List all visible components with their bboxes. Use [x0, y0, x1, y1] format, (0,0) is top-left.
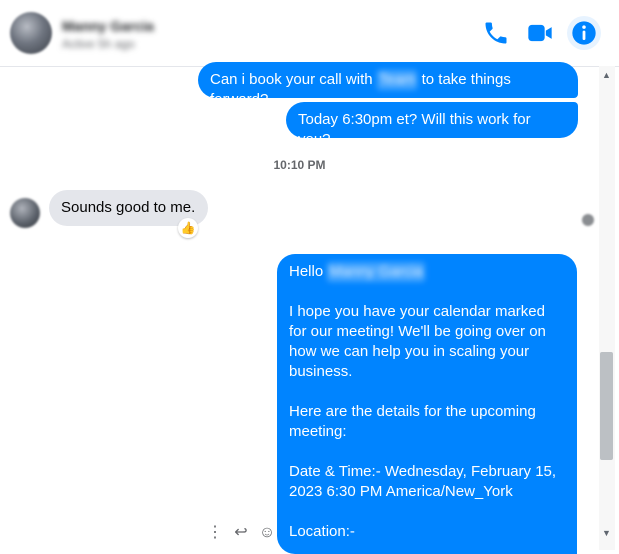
message-text: Hello	[289, 263, 328, 280]
message-actions: ⋮ ↩ ☺	[205, 522, 277, 544]
scroll-down-arrow-icon[interactable]: ▼	[602, 528, 611, 538]
more-options-icon[interactable]: ⋮	[205, 523, 225, 543]
sender-avatar[interactable]	[10, 198, 40, 228]
seen-avatar-icon	[582, 214, 594, 226]
conversation-header: Manny Garcia Active 5h ago	[0, 0, 619, 67]
video-camera-icon[interactable]	[526, 19, 554, 47]
scroll-up-arrow-icon[interactable]: ▲	[602, 70, 611, 80]
info-icon[interactable]	[570, 19, 598, 47]
contact-avatar[interactable]	[10, 12, 52, 54]
contact-name[interactable]: Manny Garcia	[62, 18, 154, 34]
redacted-name: Team	[376, 70, 418, 90]
message-text: Today 6:30pm et? Will this work for you?	[298, 111, 531, 148]
message-text: Sounds good to me.	[61, 199, 196, 216]
message-text: I hope you have your calendar marked for…	[289, 303, 557, 540]
thumbs-up-reaction-icon[interactable]: 👍	[178, 218, 198, 238]
outgoing-message[interactable]: Can i book your call with Team to take t…	[198, 62, 578, 108]
outgoing-message[interactable]: Hello Manny Garcia I hope you have your …	[277, 254, 577, 554]
scrollbar-track[interactable]	[599, 66, 615, 550]
phone-icon[interactable]	[482, 19, 510, 47]
redacted-name: Manny Garcia	[327, 262, 425, 282]
outgoing-message[interactable]: Today 6:30pm et? Will this work for you?	[286, 102, 578, 148]
message-timestamp: 10:10 PM	[273, 158, 326, 172]
emoji-icon[interactable]: ☺	[257, 523, 277, 543]
message-text: Can i book your call with	[210, 71, 377, 88]
contact-status: Active 5h ago	[62, 37, 135, 51]
scrollbar-thumb[interactable]	[600, 352, 613, 460]
reply-icon[interactable]: ↩	[231, 523, 251, 543]
